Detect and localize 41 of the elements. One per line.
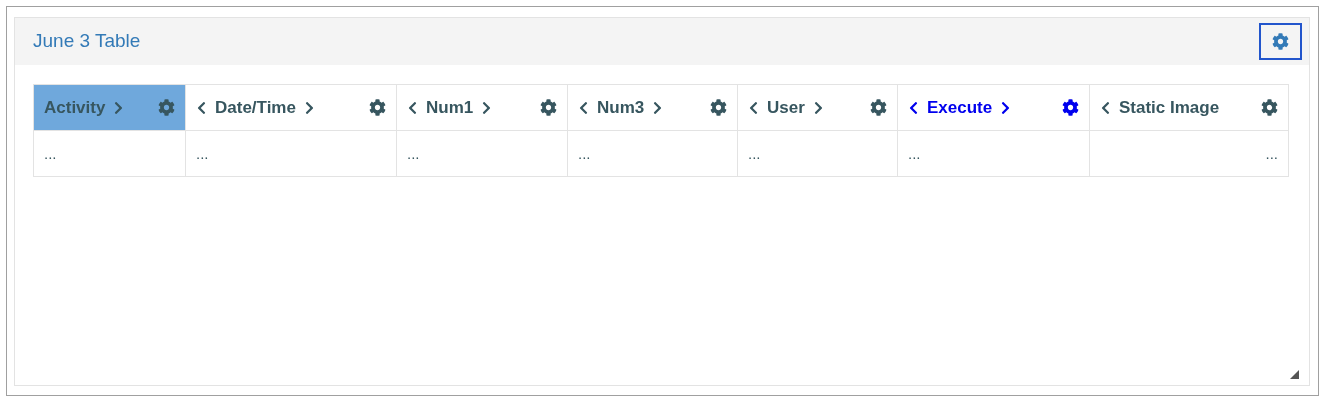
chevron-left-icon[interactable] — [196, 100, 207, 115]
column-header[interactable]: Execute — [897, 84, 1090, 131]
column-header[interactable]: Num3 — [567, 84, 738, 131]
table-cell: ... — [748, 144, 761, 162]
chevron-left-icon[interactable] — [748, 100, 759, 115]
table-cell: ... — [1265, 144, 1278, 162]
table-cell: ... — [908, 144, 921, 162]
gear-icon[interactable] — [710, 99, 727, 116]
chevron-right-icon[interactable] — [303, 100, 315, 115]
column-label: Date/Time — [215, 96, 296, 119]
column-label: Num3 — [597, 96, 645, 119]
resize-grip-icon[interactable] — [1290, 370, 1299, 379]
gear-icon[interactable] — [369, 99, 386, 116]
chevron-right-icon[interactable] — [481, 100, 493, 115]
settings-icon — [1272, 33, 1289, 50]
column-label: User — [767, 96, 805, 119]
settings-button[interactable] — [1259, 23, 1302, 60]
column-label: Static Image — [1119, 96, 1220, 119]
table-cell: ... — [196, 144, 209, 162]
chevron-left-icon[interactable] — [407, 100, 418, 115]
table-cell: ... — [407, 144, 420, 162]
chevron-left-icon[interactable] — [1100, 100, 1111, 115]
column-header[interactable]: Num1 — [396, 84, 568, 131]
table-cell: ... — [578, 144, 591, 162]
column-label: Activity — [44, 96, 106, 119]
chevron-right-icon[interactable] — [812, 100, 824, 115]
column-label: Num1 — [426, 96, 474, 119]
column-header[interactable]: Date/Time — [185, 84, 397, 131]
chevron-left-icon[interactable] — [578, 100, 589, 115]
chevron-right-icon[interactable] — [1000, 100, 1012, 115]
gear-icon[interactable] — [540, 99, 557, 116]
chevron-left-icon[interactable] — [908, 100, 919, 115]
table-cell: ... — [44, 144, 57, 162]
column-label: Execute — [927, 96, 993, 119]
column-header[interactable]: User — [737, 84, 898, 131]
column-header[interactable]: Static Image — [1089, 84, 1289, 131]
gear-icon[interactable] — [1261, 99, 1278, 116]
chevron-right-icon[interactable] — [652, 100, 664, 115]
gear-icon[interactable] — [870, 99, 887, 116]
gear-icon[interactable] — [1062, 99, 1079, 116]
panel-title: June 3 Table — [33, 29, 141, 54]
